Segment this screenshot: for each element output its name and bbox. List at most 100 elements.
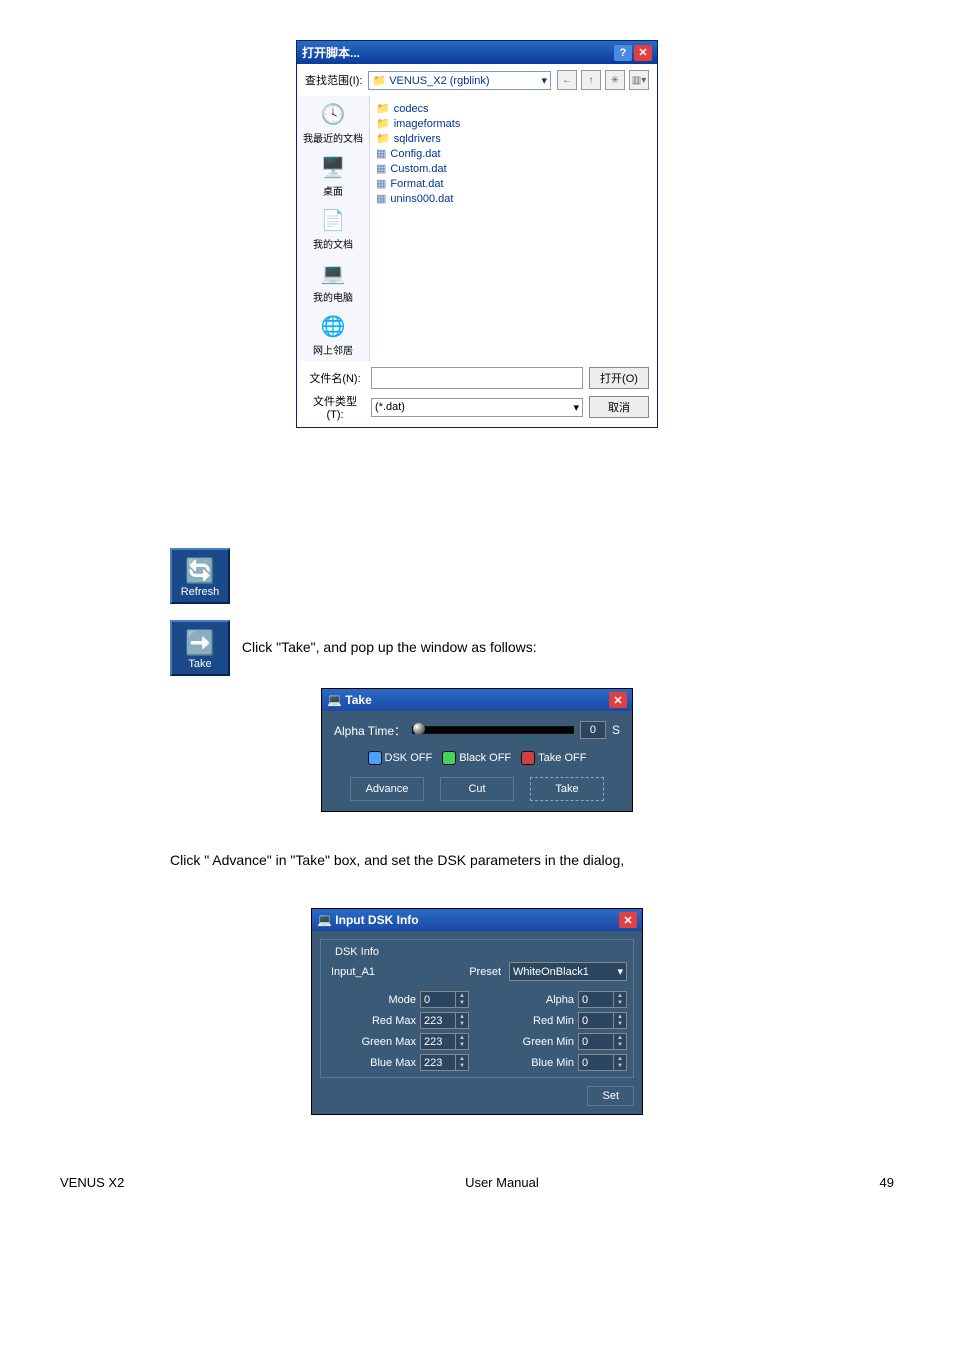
param-blue-max: Blue Max 223▲▼ <box>327 1054 469 1071</box>
cancel-button[interactable]: 取消 <box>589 396 649 418</box>
place-network[interactable]: 🌐网上邻居 <box>313 312 353 357</box>
param-label: Alpha <box>514 994 574 1006</box>
body-text-1: Click "Take", and pop up the window as f… <box>242 639 537 655</box>
newfolder-icon[interactable]: ✳ <box>605 70 625 90</box>
black-toggle[interactable]: Black OFF <box>442 751 511 765</box>
back-icon[interactable]: ← <box>557 70 577 90</box>
file-list[interactable]: 📁codecs 📁imageformats 📁sqldrivers ▦Confi… <box>370 96 657 361</box>
list-item[interactable]: 📁sqldrivers <box>376 132 651 147</box>
param-blue-min: Blue Min0▲▼ <box>485 1054 627 1071</box>
param-spinner[interactable]: 0▲▼ <box>578 1054 627 1071</box>
param-label: Red Min <box>514 1015 574 1027</box>
lookin-label: 查找范围(I): <box>305 72 362 88</box>
cut-button[interactable]: Cut <box>440 777 514 801</box>
param-spinner[interactable]: 223▲▼ <box>420 1012 469 1029</box>
param-spinner[interactable]: 0▲▼ <box>578 1012 627 1029</box>
arrow-right-icon: ➡️ <box>185 628 215 658</box>
places-sidebar: 🕓我最近的文档 🖥️桌面 📄我的文档 💻我的电脑 🌐网上邻居 <box>297 96 370 361</box>
file-open-titlebar: 打开脚本... ? ✕ <box>297 41 657 64</box>
list-item[interactable]: ▦Config.dat <box>376 147 651 162</box>
take-title: Take <box>345 693 371 707</box>
param-spinner[interactable]: 0▲▼ <box>578 1033 627 1050</box>
spin-up-icon[interactable]: ▲ <box>456 1013 468 1021</box>
preset-label: Preset <box>469 966 501 978</box>
close-icon[interactable]: ✕ <box>634 45 652 61</box>
body-text-2: Click " Advance" in "Take" box, and set … <box>170 852 894 868</box>
param-label: Mode <box>356 994 416 1006</box>
set-button[interactable]: Set <box>587 1086 634 1106</box>
param-spinner[interactable]: 223▲▼ <box>420 1054 469 1071</box>
footer-right: 49 <box>880 1175 894 1190</box>
advance-button[interactable]: Advance <box>350 777 424 801</box>
take-toggle[interactable]: Take OFF <box>521 751 586 765</box>
spin-up-icon[interactable]: ▲ <box>456 1055 468 1063</box>
input-label: Input_A1 <box>327 966 461 978</box>
param-green-max: Green Max 223▲▼ <box>327 1033 469 1050</box>
param-spinner[interactable]: 0▲▼ <box>420 991 469 1008</box>
preset-select[interactable]: WhiteOnBlack1▾ <box>509 962 627 981</box>
spin-up-icon[interactable]: ▲ <box>614 1013 626 1021</box>
list-item[interactable]: 📁codecs <box>376 102 651 117</box>
spin-down-icon[interactable]: ▼ <box>456 1021 468 1029</box>
param-spinner[interactable]: 0▲▼ <box>578 991 627 1008</box>
spin-down-icon[interactable]: ▼ <box>456 1063 468 1071</box>
take-action-button[interactable]: Take <box>530 777 604 801</box>
file-open-title: 打开脚本... <box>302 44 360 61</box>
spin-up-icon[interactable]: ▲ <box>456 1034 468 1042</box>
filetype-select[interactable]: (*.dat)▾ <box>371 398 583 417</box>
place-desktop[interactable]: 🖥️桌面 <box>318 153 348 198</box>
dsk-title: Input DSK Info <box>335 913 418 927</box>
refresh-button[interactable]: 🔄 Refresh <box>170 548 230 604</box>
alpha-unit: S <box>612 723 620 737</box>
alpha-time-label: Alpha Time： <box>334 722 406 739</box>
take-titlebar: 💻 Take ✕ <box>322 689 632 711</box>
param-green-min: Green Min 0▲▼ <box>485 1033 627 1050</box>
spin-up-icon[interactable]: ▲ <box>456 992 468 1000</box>
filename-label: 文件名(N): <box>305 370 365 386</box>
alpha-slider[interactable] <box>412 726 574 734</box>
param-label: Blue Max <box>356 1057 416 1069</box>
spin-down-icon[interactable]: ▼ <box>614 1042 626 1050</box>
list-item[interactable]: ▦unins000.dat <box>376 192 651 207</box>
place-computer[interactable]: 💻我的电脑 <box>313 259 353 304</box>
dsk-toggle[interactable]: DSK OFF <box>368 751 433 765</box>
param-red-max: Red Max 223▲▼ <box>327 1012 469 1029</box>
place-documents[interactable]: 📄我的文档 <box>313 206 353 251</box>
dsk-window: 💻 Input DSK Info ✕ DSK Info Input_A1 Pre… <box>311 908 643 1115</box>
param-label: Red Max <box>356 1015 416 1027</box>
spin-down-icon[interactable]: ▼ <box>456 1000 468 1008</box>
footer-center: User Manual <box>465 1175 539 1190</box>
dsk-group-title: DSK Info <box>331 946 383 958</box>
take-button[interactable]: ➡️ Take <box>170 620 230 676</box>
place-recent[interactable]: 🕓我最近的文档 <box>303 100 363 145</box>
alpha-value[interactable]: 0 <box>580 721 606 739</box>
spin-down-icon[interactable]: ▼ <box>456 1042 468 1050</box>
take-window: 💻 Take ✕ Alpha Time： 0 S DSK OFF Black O… <box>321 688 633 812</box>
spin-up-icon[interactable]: ▲ <box>614 992 626 1000</box>
spin-up-icon[interactable]: ▲ <box>614 1055 626 1063</box>
param-red-min: Red Min 0▲▼ <box>485 1012 627 1029</box>
list-item[interactable]: 📁imageformats <box>376 117 651 132</box>
param-label: Green Min <box>514 1036 574 1048</box>
list-item[interactable]: ▦Format.dat <box>376 177 651 192</box>
views-icon[interactable]: ▥▾ <box>629 70 649 90</box>
param-spinner[interactable]: 223▲▼ <box>420 1033 469 1050</box>
lookin-select[interactable]: 📁 VENUS_X2 (rgblink)▾ <box>368 71 551 90</box>
param-alpha: Alpha 0▲▼ <box>485 991 627 1008</box>
dsk-titlebar: 💻 Input DSK Info ✕ <box>312 909 642 931</box>
footer-left: VENUS X2 <box>60 1175 124 1190</box>
refresh-icon: 🔄 <box>172 556 228 586</box>
filetype-label: 文件类型(T): <box>305 393 365 421</box>
close-icon[interactable]: ✕ <box>609 692 627 708</box>
spin-down-icon[interactable]: ▼ <box>614 1063 626 1071</box>
param-label: Green Max <box>356 1036 416 1048</box>
up-icon[interactable]: ↑ <box>581 70 601 90</box>
spin-down-icon[interactable]: ▼ <box>614 1000 626 1008</box>
list-item[interactable]: ▦Custom.dat <box>376 162 651 177</box>
filename-input[interactable] <box>371 367 583 389</box>
close-icon[interactable]: ✕ <box>619 912 637 928</box>
help-icon[interactable]: ? <box>614 45 632 61</box>
open-button[interactable]: 打开(O) <box>589 367 649 389</box>
spin-down-icon[interactable]: ▼ <box>614 1021 626 1029</box>
spin-up-icon[interactable]: ▲ <box>614 1034 626 1042</box>
